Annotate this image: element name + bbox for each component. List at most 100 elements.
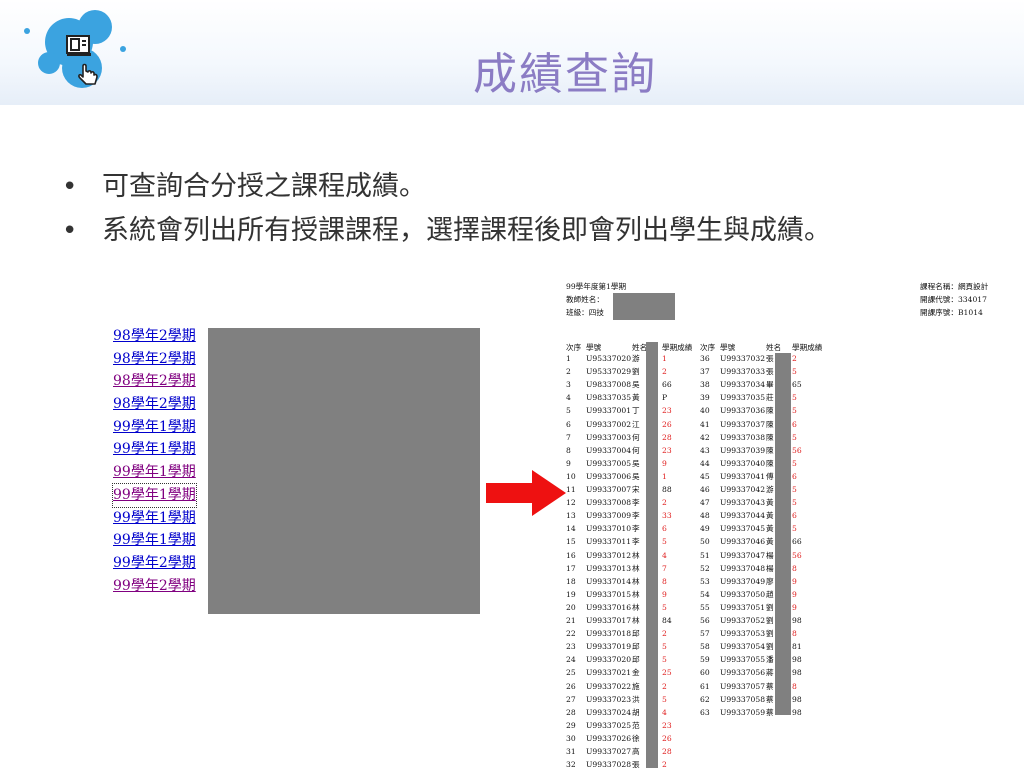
student-score: 56 xyxy=(792,550,802,560)
student-name: 林 xyxy=(632,576,640,586)
student-name: 楊 xyxy=(766,550,774,560)
student-name: 徐 xyxy=(632,733,640,743)
student-name: 吳 xyxy=(632,458,640,468)
student-seq: 15 xyxy=(566,537,576,547)
student-score: 5 xyxy=(792,458,797,468)
student-id: U99337051 xyxy=(720,602,766,612)
student-name: 劉 xyxy=(766,602,774,612)
course-link[interactable]: 98學年2學期 xyxy=(113,370,196,393)
student-score: 5 xyxy=(792,367,797,377)
student-name: 陳 xyxy=(766,406,774,416)
student-seq: 12 xyxy=(566,498,576,508)
student-score: 84 xyxy=(662,616,672,625)
student-score: 1 xyxy=(662,354,667,363)
student-score: 25 xyxy=(662,668,672,678)
header-name: 姓名 xyxy=(632,343,648,352)
student-score: 66 xyxy=(662,380,672,390)
bullet-dot: • xyxy=(62,172,78,202)
student-name: 劉 xyxy=(632,367,640,377)
student-name: 林 xyxy=(632,563,640,573)
student-score: 2 xyxy=(662,681,667,691)
student-name: 莊 xyxy=(766,393,774,403)
student-id: U99337049 xyxy=(720,576,766,586)
bullet-list: • 可查詢合分授之課程成績。 • 系統會列出所有授課課程，選擇課程後即會列出學生… xyxy=(62,165,962,253)
student-id: U99337028 xyxy=(586,760,632,770)
student-seq: 63 xyxy=(700,707,710,717)
student-score: 6 xyxy=(792,419,797,429)
course-link[interactable]: 99學年2學期 xyxy=(113,552,196,575)
student-name: 黃 xyxy=(766,511,774,521)
course-link[interactable]: 99學年2學期 xyxy=(113,575,196,598)
student-seq: 4 xyxy=(566,393,571,403)
bullet-text: 可查詢合分授之課程成績。 xyxy=(102,171,426,202)
student-name: 丁 xyxy=(632,406,640,416)
student-name: 金 xyxy=(632,668,640,678)
student-id: U99337052 xyxy=(720,616,766,625)
student-seq: 13 xyxy=(566,511,576,521)
student-id: U99337010 xyxy=(586,524,632,534)
bullet-dot: • xyxy=(62,216,78,246)
student-id: U95337029 xyxy=(586,367,632,377)
student-id: U99337040 xyxy=(720,458,766,468)
student-seq: 24 xyxy=(566,655,576,665)
course-link[interactable]: 99學年1學期 xyxy=(113,438,196,461)
student-score: 2 xyxy=(662,760,667,770)
student-score: 65 xyxy=(792,380,802,390)
course-link[interactable]: 99學年1學期 xyxy=(113,416,196,439)
student-name: 李 xyxy=(632,511,640,521)
course-link[interactable]: 99學年1學期 xyxy=(112,482,197,508)
student-name: 張 xyxy=(632,760,640,770)
report-teacher-label: 教師姓名： xyxy=(566,295,604,304)
student-seq: 29 xyxy=(566,720,576,730)
student-seq: 30 xyxy=(566,733,576,743)
header-score: 學期成績 xyxy=(792,343,823,352)
student-seq: 52 xyxy=(700,563,710,573)
student-name: 蔡 xyxy=(766,694,774,704)
student-score: 8 xyxy=(792,681,797,691)
student-name: 邱 xyxy=(632,629,640,639)
student-seq: 42 xyxy=(700,432,710,442)
student-id: U99337035 xyxy=(720,393,766,403)
course-link[interactable]: 98學年2學期 xyxy=(113,348,196,371)
student-seq: 50 xyxy=(700,537,710,547)
student-id: U99337057 xyxy=(720,681,766,691)
student-id: U99337045 xyxy=(720,524,766,534)
student-seq: 28 xyxy=(566,707,576,717)
student-score: 98 xyxy=(792,616,802,625)
student-name: 傅 xyxy=(766,471,774,481)
student-name: 張 xyxy=(766,354,774,363)
student-id: U99337042 xyxy=(720,485,766,494)
bullet-item: • 系統會列出所有授課課程，選擇課程後即會列出學生與成績。 xyxy=(62,209,962,253)
student-id: U99337053 xyxy=(720,629,766,639)
student-score: 8 xyxy=(662,576,667,586)
student-name: 張 xyxy=(766,367,774,377)
student-score: 9 xyxy=(662,589,667,599)
student-id: U99337033 xyxy=(720,367,766,377)
student-name: 邱 xyxy=(632,655,640,665)
student-id: U99337048 xyxy=(720,563,766,573)
report-course-name: 課程名稱：網頁設計 xyxy=(920,282,989,291)
student-score: 23 xyxy=(662,720,672,730)
student-id: U99337007 xyxy=(586,485,632,494)
course-link[interactable]: 98學年2學期 xyxy=(113,393,196,416)
student-score: 6 xyxy=(792,511,797,521)
course-link-list: 98學年2學期 98學年2學期 98學年2學期 98學年2學期 99學年1學期 99學年1… xyxy=(112,325,197,598)
student-score: 9 xyxy=(792,576,797,586)
student-score: 5 xyxy=(792,524,797,534)
student-name: 林 xyxy=(632,589,640,599)
student-score: 98 xyxy=(792,655,802,665)
student-seq: 8 xyxy=(566,445,571,455)
student-id: U99337037 xyxy=(720,419,766,429)
student-seq: 2 xyxy=(566,367,571,377)
report-class-label: 班級：四技 xyxy=(566,308,604,317)
header-seq: 次序 xyxy=(566,343,582,352)
student-seq: 27 xyxy=(566,694,576,704)
student-seq: 18 xyxy=(566,576,576,586)
course-link[interactable]: 99學年1學期 xyxy=(113,529,196,552)
course-link[interactable]: 99學年1學期 xyxy=(113,507,196,530)
course-link[interactable]: 99學年1學期 xyxy=(113,461,196,484)
course-link[interactable]: 98學年2學期 xyxy=(113,325,196,348)
student-score: 28 xyxy=(662,747,672,756)
redacted-names-left xyxy=(646,342,658,768)
student-name: 何 xyxy=(632,445,640,455)
